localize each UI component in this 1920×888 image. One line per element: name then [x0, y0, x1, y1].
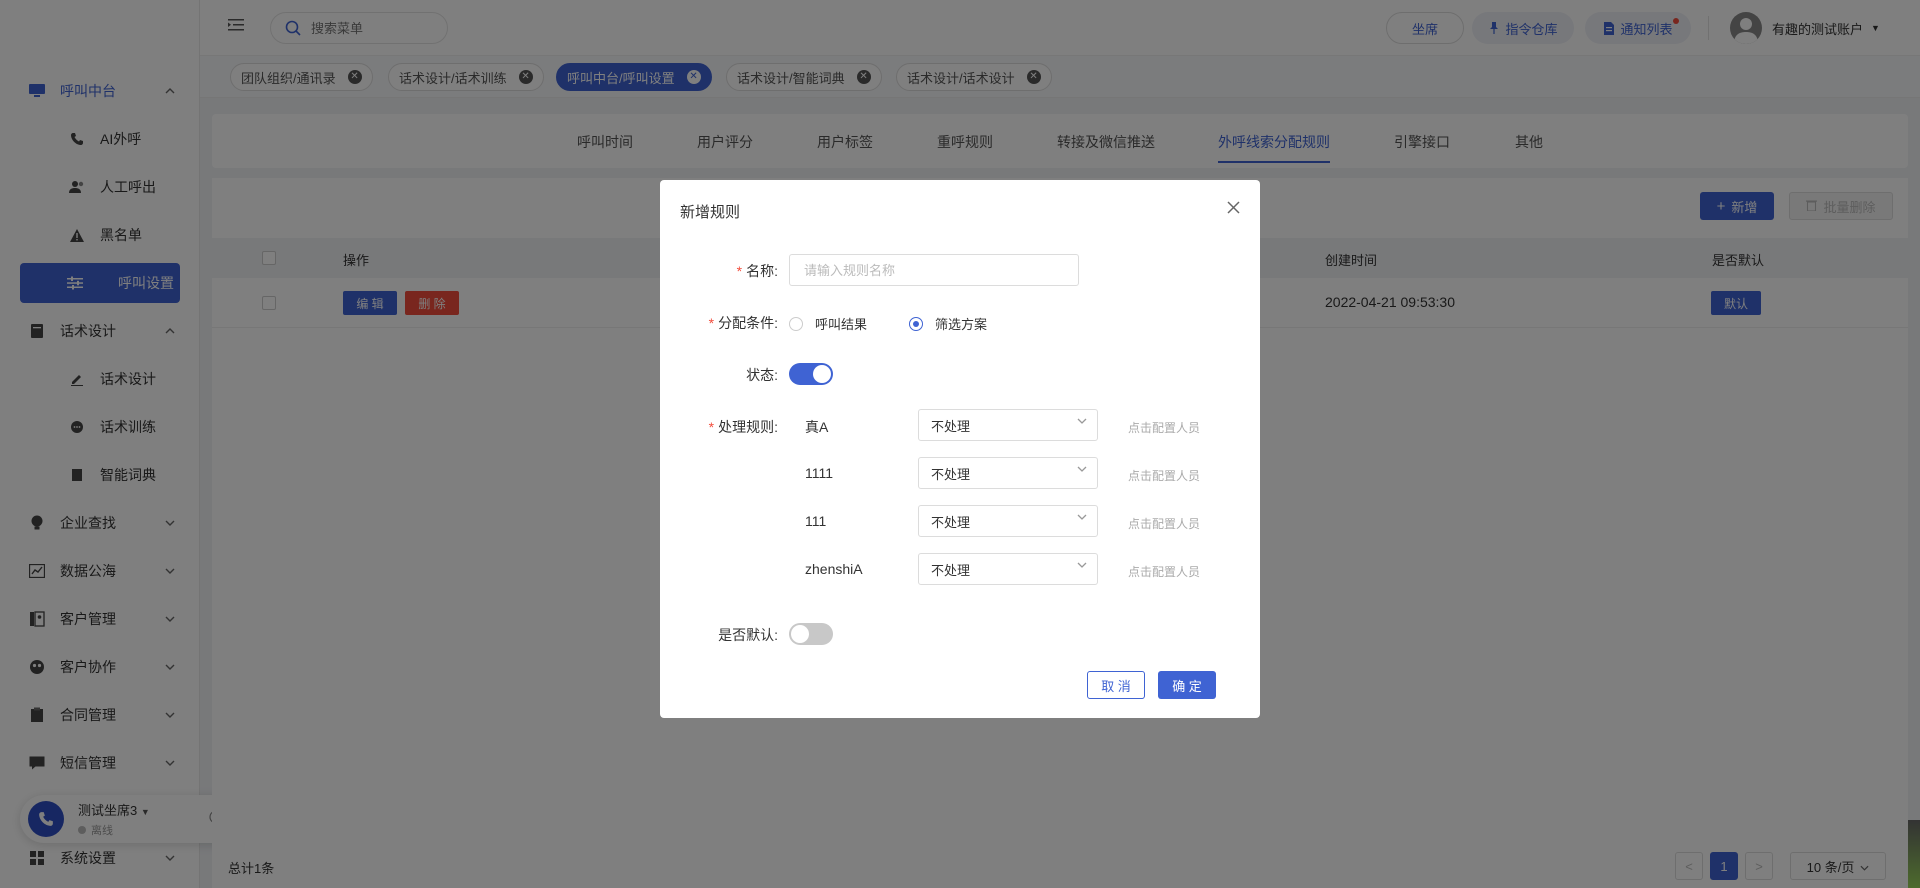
required-mark: * — [736, 263, 743, 279]
scroll-indicator — [1908, 820, 1920, 888]
rule-row-name: zhenshiA — [805, 561, 863, 577]
rule-row-name: 真A — [805, 419, 829, 435]
cancel-button[interactable]: 取 消 — [1087, 671, 1145, 699]
rule-row-name: 1111 — [805, 465, 834, 481]
default-label: 是否默认: — [718, 627, 778, 643]
select-value: 不处理 — [931, 562, 971, 578]
radio-label: 呼叫结果 — [815, 317, 868, 332]
rule-label-text: 处理规则: — [718, 419, 778, 435]
toggle-knob — [813, 365, 831, 383]
rule-label: * 处理规则: — [709, 417, 778, 437]
rule-row-name: 111 — [805, 513, 827, 529]
select-value: 不处理 — [931, 418, 971, 434]
name-label-text: 名称: — [746, 263, 778, 279]
chevron-down-icon — [1077, 418, 1087, 424]
radio-circle — [789, 316, 803, 331]
config-staff-link[interactable]: 点击配置人员 — [1128, 563, 1200, 580]
rule-name-input[interactable] — [789, 254, 1079, 286]
required-mark: * — [708, 315, 715, 331]
close-icon[interactable] — [1224, 198, 1242, 216]
chevron-down-icon — [1077, 562, 1087, 568]
status-label: 状态: — [746, 367, 778, 383]
rule-action-select[interactable]: 不处理 — [918, 505, 1098, 537]
toggle-knob — [791, 625, 809, 643]
rule-action-select[interactable]: 不处理 — [918, 409, 1098, 441]
radio-filter-plan[interactable]: 筛选方案 — [909, 314, 987, 333]
chevron-down-icon — [1077, 466, 1087, 472]
config-staff-link[interactable]: 点击配置人员 — [1128, 419, 1200, 436]
condition-label: * 分配条件: — [709, 313, 778, 333]
condition-label-text: 分配条件: — [718, 315, 778, 331]
rule-action-select[interactable]: 不处理 — [918, 553, 1098, 585]
add-rule-dialog: 新增规则 *名称: *分配条件: 呼叫结果 筛选方案 状态: *处理规则: 真A… — [660, 180, 1260, 718]
confirm-button[interactable]: 确 定 — [1158, 671, 1216, 699]
radio-call-result[interactable]: 呼叫结果 — [789, 314, 867, 333]
dialog-title: 新增规则 — [680, 204, 741, 221]
required-mark: * — [708, 419, 715, 435]
rule-action-select[interactable]: 不处理 — [918, 457, 1098, 489]
config-staff-link[interactable]: 点击配置人员 — [1128, 515, 1200, 532]
status-toggle[interactable] — [789, 363, 833, 385]
config-staff-link[interactable]: 点击配置人员 — [1128, 467, 1200, 484]
select-value: 不处理 — [931, 514, 971, 530]
default-toggle[interactable] — [789, 623, 833, 645]
radio-label: 筛选方案 — [935, 317, 988, 332]
chevron-down-icon — [1077, 514, 1087, 520]
radio-circle — [909, 316, 923, 331]
name-label: * 名称: — [737, 261, 778, 281]
select-value: 不处理 — [931, 466, 971, 482]
